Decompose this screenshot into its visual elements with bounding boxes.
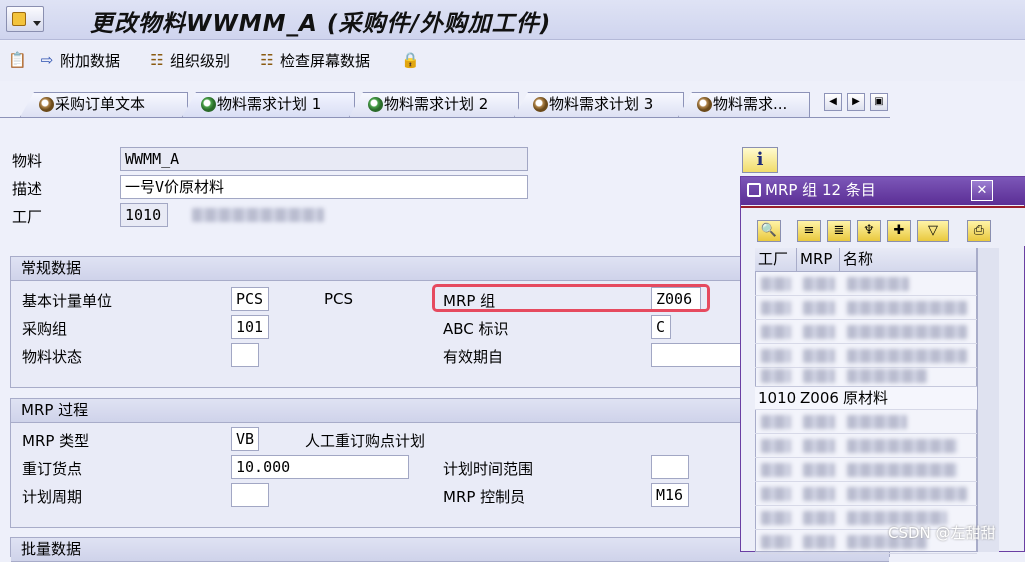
highlight-box — [432, 284, 710, 312]
popup-close-button[interactable]: ✕ — [971, 180, 993, 201]
valid-from-field[interactable] — [651, 343, 741, 367]
cell-mrp: Z006 — [800, 389, 839, 407]
lock-icon: 🔒 — [401, 51, 420, 69]
base-uom-field[interactable]: PCS — [231, 287, 269, 311]
table-row[interactable] — [755, 482, 977, 506]
org-tree-icon: ☷ — [150, 51, 164, 69]
copy-icon: 📋 — [8, 51, 27, 69]
mrp-type-label: MRP 类型 — [22, 432, 90, 450]
page-title: 更改物料WWMM_A (采购件/外购加工件) — [90, 11, 552, 37]
description-label: 描述 — [12, 180, 43, 198]
org-levels-button[interactable]: ☷ 组织级别 — [148, 49, 230, 71]
check-screen-data-label: 检查屏幕数据 — [280, 51, 371, 70]
tab-status-icon — [39, 97, 54, 112]
sort-descending-icon[interactable]: ≣ — [827, 220, 851, 242]
tab-label: 物料需求计划 1 — [217, 95, 322, 113]
reorder-point-field[interactable]: 10.000 — [231, 455, 409, 479]
description-field[interactable]: 一号V价原材料 — [120, 175, 528, 199]
print-icon[interactable]: ⎙ — [967, 220, 991, 242]
table-row[interactable] — [755, 272, 977, 296]
table-row[interactable] — [755, 434, 977, 458]
mrp-controller-field[interactable]: M16 — [651, 483, 689, 507]
lock-button[interactable]: 🔒 — [401, 49, 420, 71]
popup-search-icon[interactable]: 🔍 — [757, 220, 781, 242]
mrp-controller-label: MRP 控制员 — [443, 488, 526, 506]
base-uom-label: 基本计量单位 — [22, 292, 113, 310]
material-status-field[interactable] — [231, 343, 259, 367]
table-row[interactable] — [755, 458, 977, 482]
tab-label: 采购订单文本 — [55, 95, 146, 113]
system-menu-icon[interactable] — [6, 6, 44, 32]
check-screen-icon: ☷ — [260, 51, 274, 69]
base-uom-text: PCS — [324, 290, 354, 308]
material-status-label: 物料状态 — [22, 348, 83, 366]
find-next-icon[interactable]: ✚ — [887, 220, 911, 242]
tab-status-icon — [533, 97, 548, 112]
find-icon[interactable]: ♆ — [857, 220, 881, 242]
valid-from-label: 有效期自 — [443, 348, 504, 366]
additional-data-button[interactable]: ⇨ 附加数据 — [38, 49, 120, 71]
tab-scroll-left-button[interactable]: ◀ — [824, 93, 842, 111]
planning-fence-label: 计划时间范围 — [443, 460, 534, 478]
table-row[interactable] — [755, 296, 977, 320]
popup-scrollbar[interactable] — [977, 248, 999, 552]
filter-icon[interactable]: ▽ — [917, 220, 949, 242]
reorder-point-label: 重订货点 — [22, 460, 83, 478]
plant-name-blurred — [192, 208, 324, 222]
cell-plant: 1010 — [758, 389, 797, 407]
plant-field[interactable]: 1010 — [120, 203, 168, 227]
material-label: 物料 — [12, 152, 43, 170]
tab-mrp-4[interactable]: 物料需求... — [678, 92, 810, 117]
column-header-mrp[interactable]: MRP — [797, 248, 840, 272]
check-screen-data-button[interactable]: ☷ 检查屏幕数据 — [258, 49, 370, 71]
tab-check-icon — [201, 97, 216, 112]
purchasing-group-field[interactable]: 101 — [231, 315, 269, 339]
info-button[interactable]: i — [742, 147, 778, 173]
sort-ascending-icon[interactable]: ≡ — [797, 220, 821, 242]
table-row[interactable] — [755, 364, 977, 388]
planning-cycle-label: 计划周期 — [22, 488, 83, 506]
tab-list-button[interactable]: ▣ — [870, 93, 888, 111]
tab-label: 物料需求计划 3 — [549, 95, 654, 113]
tab-label: 物料需求... — [713, 95, 788, 113]
tab-status-icon — [697, 97, 712, 112]
abc-indicator-field[interactable]: C — [651, 315, 671, 339]
tab-mrp-1[interactable]: 物料需求计划 1 — [182, 92, 355, 117]
planning-fence-field[interactable] — [651, 455, 689, 479]
tab-label: 物料需求计划 2 — [384, 95, 489, 113]
purchasing-group-label: 采购组 — [22, 320, 68, 338]
tab-check-icon — [368, 97, 383, 112]
planning-cycle-field[interactable] — [231, 483, 269, 507]
watermark: CSDN @左甜甜 — [888, 524, 996, 542]
plant-label: 工厂 — [12, 208, 43, 226]
tab-purchase-order-text[interactable]: 采购订单文本 — [20, 92, 188, 117]
copy-button[interactable]: 📋 — [8, 49, 27, 71]
additional-data-label: 附加数据 — [60, 51, 121, 70]
mrp-type-text: 人工重订购点计划 — [305, 432, 426, 450]
arrow-right-icon: ⇨ — [40, 51, 54, 69]
table-row-selected[interactable]: 1010 Z006 原材料 — [755, 386, 977, 410]
tab-mrp-2[interactable]: 物料需求计划 2 — [349, 92, 519, 117]
column-header-plant[interactable]: 工厂 — [755, 248, 797, 272]
tab-mrp-3[interactable]: 物料需求计划 3 — [514, 92, 684, 117]
org-levels-label: 组织级别 — [170, 51, 231, 70]
mrp-type-field[interactable]: VB — [231, 427, 259, 451]
abc-indicator-label: ABC 标识 — [443, 320, 509, 338]
table-row[interactable] — [755, 410, 977, 434]
material-field[interactable]: WWMM_A — [120, 147, 528, 171]
cell-name: 原材料 — [843, 389, 889, 407]
table-row[interactable] — [755, 320, 977, 344]
tab-scroll-right-button[interactable]: ▶ — [847, 93, 865, 111]
popup-window-icon — [747, 183, 761, 197]
column-header-name[interactable]: 名称 — [840, 248, 977, 272]
